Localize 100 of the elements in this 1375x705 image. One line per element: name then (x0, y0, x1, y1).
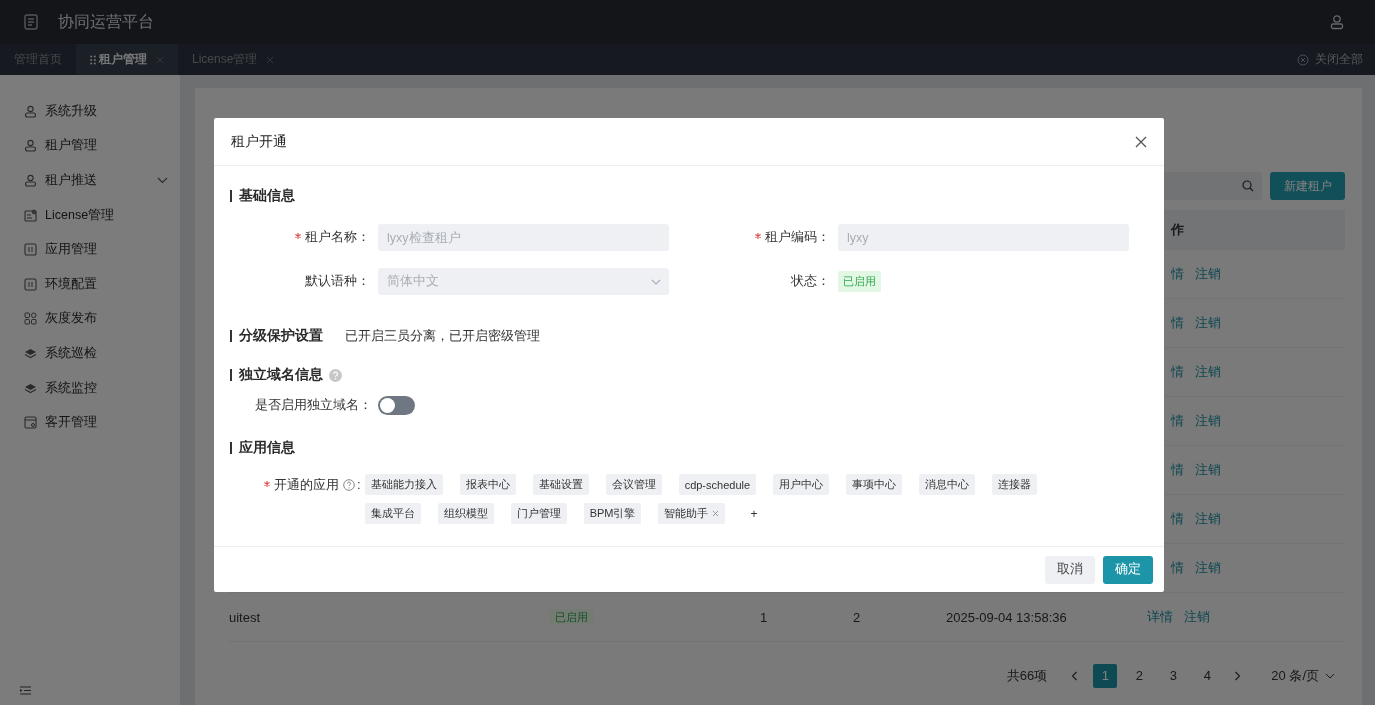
help-icon[interactable] (343, 479, 355, 491)
cancel-button[interactable]: 取消 (1045, 555, 1095, 584)
cancel-link[interactable]: 注销 (1195, 314, 1221, 332)
app-tag: 消息中心 (919, 474, 976, 495)
required-icon (264, 481, 270, 488)
required-icon (295, 233, 301, 240)
search-icon[interactable] (1242, 180, 1254, 192)
total-count: 共66项 (1006, 667, 1048, 685)
field-label: 开通的应用 (264, 474, 339, 494)
chevron-icon (651, 278, 661, 285)
sidebar-item[interactable]: 系统监控 (0, 370, 180, 406)
required-icon (755, 233, 761, 240)
section-title: 基础信息 (239, 187, 295, 205)
detail-link[interactable]: 情 (1171, 314, 1184, 332)
layers-icon (24, 381, 37, 395)
table-cell-text: uitest (229, 609, 262, 625)
user-icon[interactable] (1329, 14, 1345, 30)
app-tag: 基础设置 (532, 474, 589, 495)
app-tag: 会议管理 (605, 474, 662, 495)
sidebar-item[interactable]: 租户推送 (0, 163, 180, 198)
next-icon[interactable] (1234, 671, 1242, 681)
layers-icon (24, 346, 37, 360)
drag-handle-icon (90, 54, 96, 65)
app-tag: 基础能力接入 (364, 474, 443, 495)
cancel-link[interactable]: 注销 (1195, 363, 1221, 381)
detail-link[interactable]: 情 (1171, 412, 1184, 430)
page-button[interactable]: 4 (1195, 664, 1220, 688)
section-title: 应用信息 (239, 439, 295, 457)
sliders-icon (24, 243, 37, 257)
app-tag: 门户管理 (510, 503, 567, 524)
sidebar-item[interactable]: 系统巡检 (0, 336, 180, 371)
new-tenant-button[interactable]: 新建租户 (1270, 172, 1345, 200)
app-tag: BPM引擎 (583, 503, 642, 524)
tab[interactable]: 租户管理 (76, 44, 178, 75)
sidebar-item[interactable]: 系统升级 (0, 94, 180, 129)
sidebar-item[interactable]: 环境配置 (0, 266, 180, 302)
column-header: 作 (1171, 221, 1184, 239)
sidebar-item[interactable]: License管理 (0, 197, 180, 233)
table-cell-text: 1 (760, 609, 769, 625)
app-tag: 报表中心 (459, 474, 516, 495)
dialog-title: 租户开通 (231, 132, 287, 151)
page-button[interactable]: 2 (1127, 664, 1152, 688)
app-title: 协同运营平台 (58, 11, 154, 32)
sidebar-item[interactable]: 租户管理 (0, 128, 180, 164)
status-tag: 已启用 (549, 609, 594, 625)
person-icon (24, 104, 37, 118)
close-all-button[interactable]: 关闭全部 (1297, 44, 1363, 75)
person-icon (24, 139, 37, 153)
app-tag: 事项中心 (846, 474, 903, 495)
window-icon (24, 416, 37, 430)
chevron-icon (1325, 673, 1335, 679)
detail-link[interactable]: 情 (1171, 363, 1184, 381)
field-label: 是否启用独立域名： (254, 396, 372, 414)
app-tag: 智能助手 (658, 503, 726, 524)
confirm-button[interactable]: 确定 (1103, 555, 1153, 584)
colon-label: : (357, 476, 361, 492)
page-button[interactable]: 3 (1161, 664, 1186, 688)
section-note: 已开启三员分离，已开启密级管理 (345, 327, 540, 345)
close-icon[interactable] (1135, 135, 1147, 148)
detail-link[interactable]: 详情 (1147, 608, 1173, 626)
grid-icon (24, 312, 37, 326)
page-size-select[interactable]: 20 条/页 (1271, 667, 1335, 685)
section-title: 分级保护设置 (239, 327, 323, 345)
table-cell-text: 2025-09-04 13:58:36 (946, 609, 1068, 625)
field-label: 默认语种： (304, 273, 370, 290)
sidebar-item[interactable]: 应用管理 (0, 232, 180, 267)
cancel-link[interactable]: 注销 (1195, 412, 1221, 430)
table-cell-text: 2 (853, 609, 862, 625)
app-tag: 用户中心 (773, 474, 830, 495)
cancel-link[interactable]: 注销 (1195, 265, 1221, 283)
previous-icon[interactable] (1071, 671, 1079, 681)
field-label: 状态： (790, 273, 830, 290)
collapse-icon[interactable] (20, 686, 31, 695)
cancel-link[interactable]: 注销 (1195, 559, 1221, 577)
person-icon (24, 174, 37, 187)
detail-link[interactable]: 情 (1171, 510, 1184, 528)
app-tag: 集成平台 (364, 503, 421, 524)
field-label: 租户名称： (230, 229, 370, 246)
app-tag: 组织模型 (437, 503, 494, 524)
sidebar-item[interactable]: 客开管理 (0, 405, 180, 440)
app-tag: cdp-schedule (678, 474, 757, 495)
field-label: 租户编码： (690, 229, 830, 246)
page-button[interactable]: 1 (1093, 664, 1118, 688)
detail-link[interactable]: 情 (1171, 559, 1184, 577)
cancel-link[interactable]: 注销 (1184, 608, 1210, 626)
sliders-icon (24, 277, 37, 291)
close-circle-icon (1297, 53, 1309, 66)
chevron-icon[interactable] (157, 177, 168, 184)
language-select[interactable]: 简体中文 (378, 268, 669, 295)
document-icon (24, 14, 38, 30)
app-tag: 连接器 (992, 474, 1038, 495)
card-icon (24, 208, 37, 222)
cancel-link[interactable]: 注销 (1195, 510, 1221, 528)
toggle-switch[interactable] (378, 395, 415, 415)
detail-link[interactable]: 情 (1171, 265, 1184, 283)
section-title: 独立域名信息 (239, 366, 323, 384)
sidebar-item[interactable]: 灰度发布 (0, 301, 180, 337)
cancel-link[interactable]: 注销 (1195, 461, 1221, 479)
status-tag: 已启用 (838, 271, 881, 292)
detail-link[interactable]: 情 (1171, 461, 1184, 479)
